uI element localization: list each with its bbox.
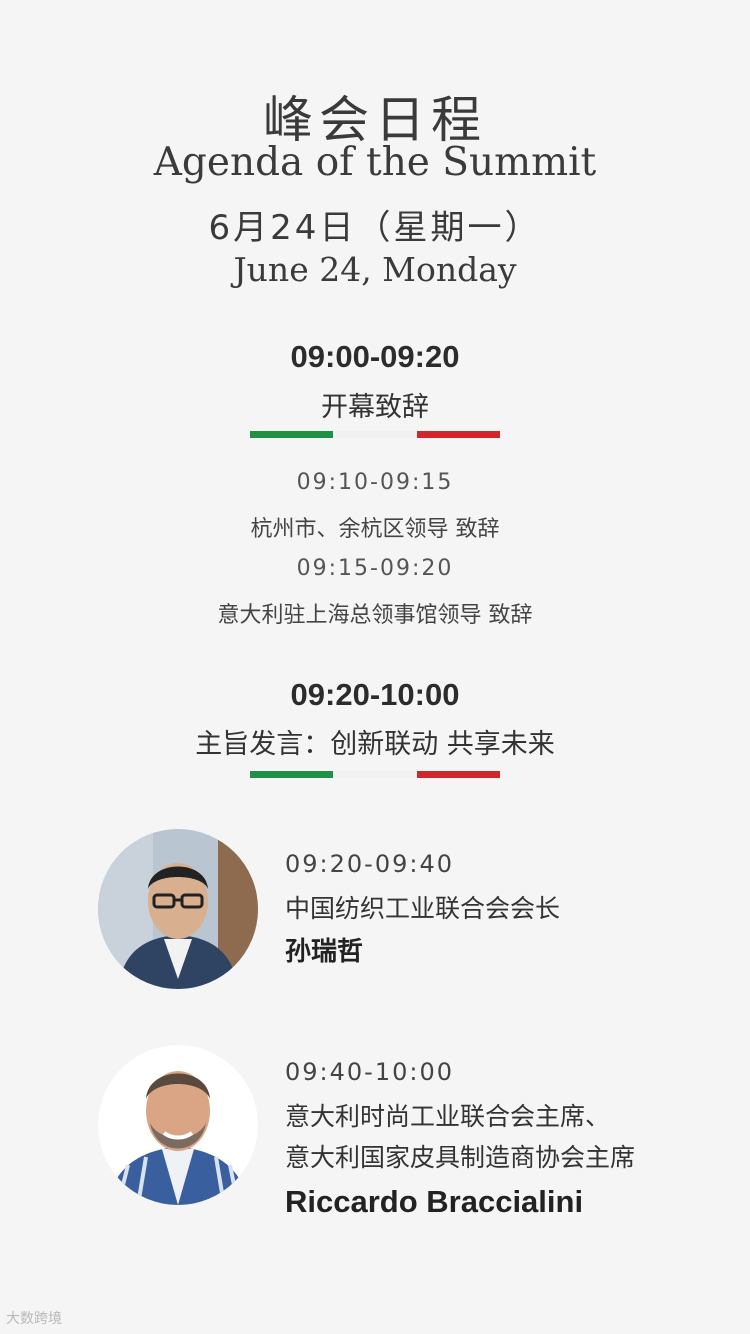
page-subtitle: Agenda of the Summit [153,140,597,185]
italian-flag-divider [250,431,500,438]
agenda-item-text: 杭州市、余杭区领导 致辞 [250,517,500,542]
speaker-photo-icon [98,1045,258,1205]
speaker-role: 中国纺织工业联合会会长 [285,894,561,923]
speaker-photo-icon [98,829,258,989]
agenda-item-text: 意大利驻上海总领事馆领导 致辞 [217,603,533,628]
speaker-time: 09:40-10:00 [285,1058,454,1086]
session-time: 09:20-10:00 [290,677,460,712]
speaker-info: 09:20-09:40 中国纺织工业联合会会长 孙瑞哲 [285,850,560,968]
agenda-item-time: 09:15-09:20 [296,556,454,581]
speaker-time: 09:20-09:40 [285,850,454,878]
date-english: June 24, Monday [233,250,517,289]
speaker-role: 意大利国家皮具制造商协会主席 [285,1143,636,1172]
date-chinese: 6月24日（星期一） [208,208,542,248]
agenda-item-time: 09:10-09:15 [296,470,454,495]
speaker-name: Riccardo Braccialini [285,1184,584,1219]
speaker-info: 09:40-10:00 意大利时尚工业联合会主席、 意大利国家皮具制造商协会主席… [285,1058,635,1220]
italian-flag-divider [250,771,500,778]
speaker-name: 孙瑞哲 [285,937,364,967]
watermark: 大数跨境 [6,1311,62,1327]
speaker-role: 意大利时尚工业联合会主席、 [285,1102,611,1131]
session-time: 09:00-09:20 [290,339,460,374]
session-title: 开幕致辞 [321,392,429,423]
session-title: 主旨发言：创新联动 共享未来 [195,729,555,760]
